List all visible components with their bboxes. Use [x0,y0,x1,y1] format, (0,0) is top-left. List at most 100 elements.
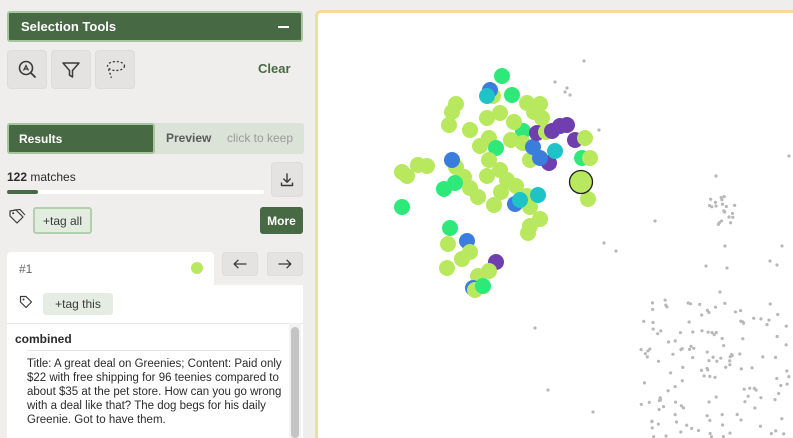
background-point[interactable] [775,263,779,267]
background-point[interactable] [699,368,704,372]
cluster-point[interactable] [444,152,460,168]
background-point[interactable] [761,355,765,359]
background-point[interactable] [769,432,773,436]
background-point[interactable] [658,396,662,400]
background-point[interactable] [689,344,693,348]
background-point[interactable] [728,431,732,435]
next-result-button[interactable] [267,252,303,276]
background-point[interactable] [750,366,754,370]
selected-point[interactable] [568,169,594,195]
background-point[interactable] [715,359,719,363]
background-point[interactable] [720,336,724,341]
background-point[interactable] [727,215,731,219]
cluster-point[interactable] [504,87,520,103]
background-point[interactable] [706,330,710,334]
background-point[interactable] [722,194,726,199]
cluster-point[interactable] [441,117,457,133]
background-point[interactable] [661,405,666,409]
cluster-point[interactable] [436,181,452,197]
background-point[interactable] [733,203,737,207]
lasso-tool-button[interactable] [95,50,135,89]
background-point[interactable] [705,366,709,371]
background-point[interactable] [773,355,778,359]
background-point[interactable] [723,301,727,305]
background-point[interactable] [707,359,711,363]
background-point[interactable] [546,388,550,392]
background-point[interactable] [719,356,723,360]
background-point[interactable] [728,359,732,363]
background-point[interactable] [780,244,784,248]
background-point[interactable] [673,385,677,389]
background-point[interactable] [713,375,717,379]
background-point[interactable] [720,413,724,417]
background-point[interactable] [646,349,650,353]
background-point[interactable] [752,316,756,320]
background-point[interactable] [678,331,683,335]
background-point[interactable] [691,330,695,334]
background-point[interactable] [650,426,654,430]
background-point[interactable] [722,343,726,348]
tab-preview[interactable]: Preview [166,131,211,145]
scatter-canvas[interactable] [318,13,793,438]
background-point[interactable] [773,398,777,402]
clear-button[interactable]: Clear [258,61,291,76]
background-point[interactable] [568,93,572,97]
background-point[interactable] [739,319,743,323]
background-point[interactable] [716,222,721,226]
background-point[interactable] [746,394,750,398]
background-point[interactable] [614,249,618,253]
background-point[interactable] [741,321,746,325]
cluster-point[interactable] [532,150,548,166]
cluster-point[interactable] [470,189,486,205]
background-point[interactable] [651,320,655,325]
background-point[interactable] [713,305,718,309]
background-point[interactable] [784,324,788,328]
cluster-point[interactable] [472,138,488,154]
background-point[interactable] [674,400,678,404]
background-point[interactable] [687,320,691,324]
background-point[interactable] [553,80,557,84]
download-button[interactable] [271,162,303,197]
background-point[interactable] [705,350,709,354]
background-point[interactable] [666,340,671,344]
background-point[interactable] [673,413,677,417]
background-point[interactable] [728,363,732,367]
selection-tools-header[interactable]: Selection Tools [7,11,303,42]
cluster-point[interactable] [492,105,508,121]
background-point[interactable] [656,359,661,363]
background-point[interactable] [692,346,696,350]
cluster-point[interactable] [479,88,495,104]
background-point[interactable] [782,432,786,436]
cluster-point[interactable] [520,225,536,241]
background-point[interactable] [650,301,655,305]
background-point[interactable] [723,244,727,248]
background-point[interactable] [602,241,606,245]
background-point[interactable] [779,383,783,388]
zoom-select-tool-button[interactable] [7,50,47,89]
cluster-point[interactable] [530,187,546,203]
cluster-point[interactable] [559,117,575,133]
background-point[interactable] [730,352,734,357]
background-point[interactable] [696,428,701,433]
background-point[interactable] [645,355,649,359]
background-point[interactable] [743,400,747,404]
background-point[interactable] [739,367,743,371]
background-point[interactable] [768,259,772,263]
cluster-point[interactable] [547,143,563,159]
background-point[interactable] [657,407,661,412]
cluster-point[interactable] [512,192,528,208]
background-point[interactable] [725,266,729,270]
previous-result-button[interactable] [222,252,258,276]
cluster-point[interactable] [475,278,491,294]
background-point[interactable] [642,319,646,323]
background-point[interactable] [714,174,718,178]
background-point[interactable] [647,400,651,404]
cluster-point[interactable] [439,260,455,276]
background-point[interactable] [776,312,780,317]
cluster-point[interactable] [582,150,598,166]
background-point[interactable] [705,308,709,313]
background-point[interactable] [659,329,663,333]
background-point[interactable] [742,387,746,391]
background-point[interactable] [673,339,677,343]
background-point[interactable] [671,352,675,356]
